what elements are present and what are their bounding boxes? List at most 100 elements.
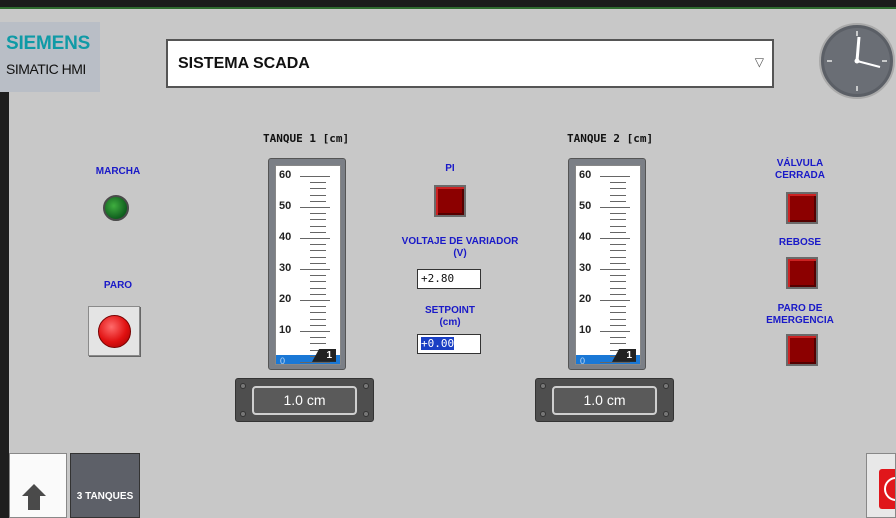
tank-level-pointer: 1 bbox=[312, 348, 336, 362]
tank2-inner: 60 50 40 30 20 10 0 1 bbox=[575, 165, 641, 365]
left-edge-bar bbox=[0, 92, 9, 518]
screen-selector-value: SISTEMA SCADA bbox=[178, 54, 310, 72]
valve-label: VÁLVULA CERRADA bbox=[760, 158, 840, 182]
tank-tick-label: 60 bbox=[279, 169, 292, 181]
tank-tick bbox=[610, 318, 626, 320]
emergency-label-line2: EMERGENCIA bbox=[766, 315, 834, 326]
tank-tick-label: 0 bbox=[580, 356, 586, 365]
tank-tick bbox=[310, 231, 326, 233]
tank-tick bbox=[310, 337, 326, 339]
setpoint-field[interactable]: +0.00 bbox=[417, 334, 481, 354]
tank-tick bbox=[310, 200, 326, 202]
tank-tick-label: 60 bbox=[579, 169, 592, 181]
setpoint-value: +0.00 bbox=[421, 337, 455, 350]
tank-tick-label: 20 bbox=[279, 293, 292, 305]
tank-tick bbox=[310, 213, 326, 215]
rebose-indicator bbox=[786, 257, 818, 289]
pi-label: PI bbox=[445, 163, 455, 174]
tank-tick bbox=[310, 262, 326, 264]
tank-tick bbox=[610, 287, 626, 289]
valve-label-line2: CERRADA bbox=[775, 170, 825, 181]
tank-tick bbox=[610, 262, 626, 264]
tank-tick bbox=[310, 318, 326, 320]
voltage-label-line1: VOLTAJE DE VARIADOR bbox=[401, 236, 519, 247]
tank-tick-label: 30 bbox=[279, 262, 292, 274]
tank-tick bbox=[300, 362, 330, 363]
tank-tick bbox=[310, 188, 326, 190]
power-icon bbox=[879, 469, 895, 509]
tank-tick bbox=[610, 312, 626, 314]
home-icon bbox=[22, 484, 46, 510]
tank-tick bbox=[600, 176, 630, 177]
top-bar bbox=[0, 0, 896, 9]
tank-tick-label: 10 bbox=[579, 324, 592, 336]
tank-tick-label: 30 bbox=[579, 262, 592, 274]
tank-tick-label: 0 bbox=[280, 356, 286, 365]
tank-tick bbox=[610, 306, 626, 308]
tank-tick-label: 20 bbox=[579, 293, 592, 305]
tank-tick bbox=[600, 362, 630, 363]
tank-tick-label: 10 bbox=[279, 324, 292, 336]
tank-tick bbox=[610, 182, 626, 184]
home-button[interactable] bbox=[9, 453, 67, 518]
tank2-title: TANQUE 2 [cm] bbox=[567, 132, 654, 145]
tank-tick bbox=[610, 324, 626, 326]
tank-tick bbox=[610, 213, 626, 215]
pi-indicator bbox=[434, 185, 466, 217]
tank-tick bbox=[610, 244, 626, 246]
setpoint-label-line2: (cm) bbox=[439, 317, 461, 328]
tank-tick bbox=[310, 293, 326, 295]
tank-tick bbox=[310, 281, 326, 283]
tank-tick bbox=[310, 312, 326, 314]
screen-selector[interactable]: SISTEMA SCADA ▽ bbox=[166, 39, 774, 88]
marcha-label: MARCHA bbox=[95, 166, 141, 177]
tank2-display-frame: 1.0 cm bbox=[535, 378, 674, 422]
tank-tick bbox=[610, 337, 626, 339]
exit-button[interactable] bbox=[866, 453, 896, 518]
paro-label: PARO bbox=[103, 280, 133, 291]
valve-indicator bbox=[786, 192, 818, 224]
tank2-gauge: 60 50 40 30 20 10 0 1 bbox=[568, 158, 646, 370]
tank-tick bbox=[610, 256, 626, 258]
voltage-field[interactable]: +2.80 bbox=[417, 269, 481, 289]
tank-tick bbox=[310, 324, 326, 326]
tank-tick bbox=[310, 219, 326, 221]
tank-tick bbox=[300, 300, 330, 301]
chevron-down-icon[interactable]: ▽ bbox=[755, 55, 764, 69]
siemens-logo: SIEMENS bbox=[6, 33, 91, 54]
emergency-indicator bbox=[786, 334, 818, 366]
setpoint-label: SETPOINT (cm) bbox=[410, 305, 490, 329]
clock-icon bbox=[819, 23, 895, 99]
voltage-label: VOLTAJE DE VARIADOR (V) bbox=[390, 236, 530, 260]
rebose-label: REBOSE bbox=[778, 237, 822, 248]
tank-tick bbox=[310, 194, 326, 196]
setpoint-label-line1: SETPOINT bbox=[424, 305, 475, 316]
product-name: SIMATIC HMI bbox=[6, 61, 86, 77]
tank-tick bbox=[310, 250, 326, 252]
tank1-inner: 60 50 40 30 20 10 0 1 bbox=[275, 165, 341, 365]
tank-tick-label: 50 bbox=[279, 200, 292, 212]
tank-tick bbox=[610, 219, 626, 221]
tank-tick-label: 40 bbox=[279, 231, 292, 243]
tank-tick bbox=[610, 281, 626, 283]
tank-tick bbox=[310, 244, 326, 246]
paro-button[interactable] bbox=[88, 306, 140, 356]
tank-tick bbox=[600, 207, 630, 208]
tab-3-tanques[interactable]: 3 TANQUES bbox=[70, 453, 140, 518]
tank-tick bbox=[300, 331, 330, 332]
tank-tick bbox=[610, 188, 626, 190]
tank1-display-frame: 1.0 cm bbox=[235, 378, 374, 422]
tank-tick bbox=[610, 343, 626, 345]
tank1-level-display: 1.0 cm bbox=[252, 386, 357, 415]
tank-tick bbox=[310, 287, 326, 289]
tank-tick bbox=[600, 300, 630, 301]
tank-tick bbox=[310, 182, 326, 184]
tank-tick bbox=[600, 238, 630, 239]
voltage-label-line2: (V) bbox=[453, 248, 467, 259]
tank-tick bbox=[610, 194, 626, 196]
tank-tick bbox=[310, 256, 326, 258]
marcha-lamp bbox=[103, 195, 129, 221]
tank-tick bbox=[610, 250, 626, 252]
tank-tick bbox=[610, 293, 626, 295]
tank-tick bbox=[600, 269, 630, 270]
